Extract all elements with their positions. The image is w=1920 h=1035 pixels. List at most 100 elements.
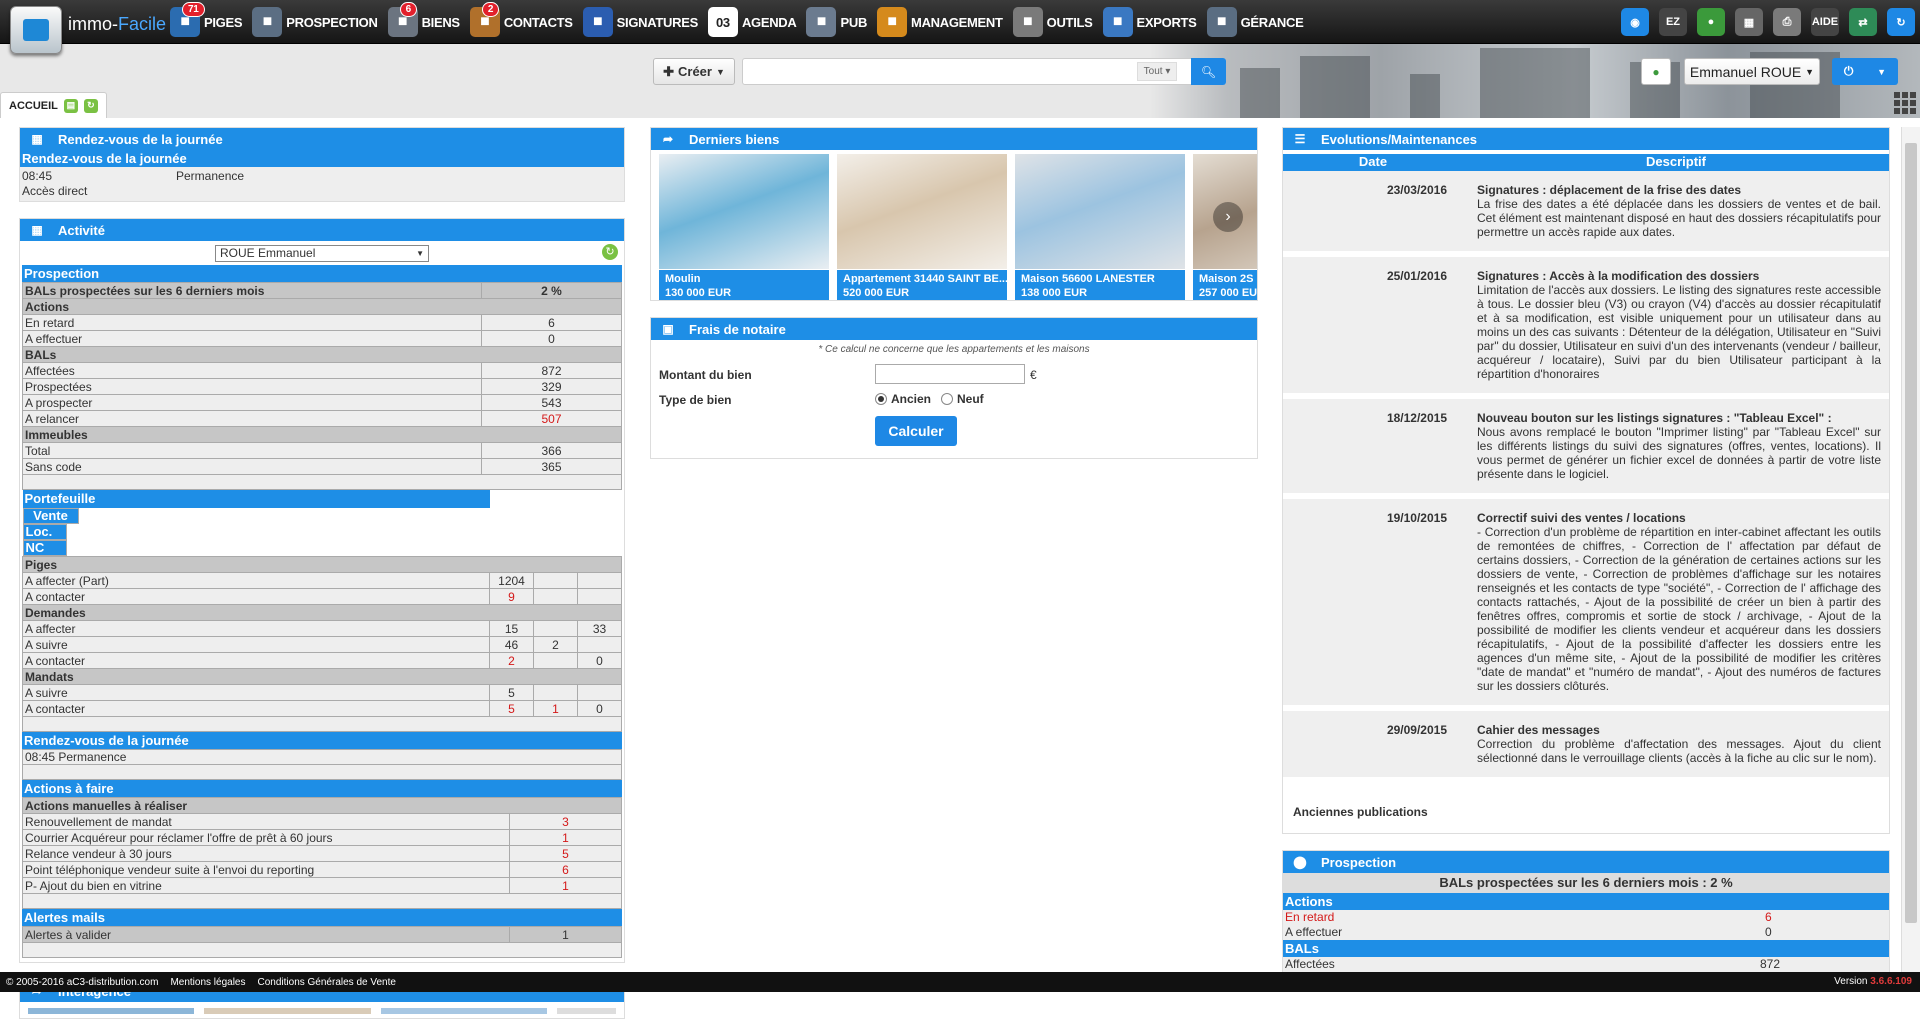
news-title: Signatures : déplacement de la frise des… [1477,183,1742,197]
apps-grid-icon[interactable] [1894,92,1916,114]
actions-table: Actions manuelles à réaliser Renouvellem… [22,797,622,894]
ez-icon[interactable]: EZ [1655,5,1691,39]
table-row[interactable]: A effectuer 0 [22,330,622,347]
actions-title: Actions à faire [22,780,622,797]
table-row[interactable]: Point téléphonique vendeur suite à l'env… [22,861,622,878]
pie-chart-icon: ■ [877,7,908,37]
nav-biens[interactable]: ■ 6 BIENS [384,0,466,44]
search-scope-select[interactable]: Tout ▾ [1137,62,1177,81]
montant-label: Montant du bien [659,368,752,382]
table-row[interactable]: En retard 6 [22,314,622,331]
nav-label: CONTACTS [503,14,573,30]
nav-prospection[interactable]: ■ PROSPECTION [248,0,383,44]
tool-glyph: ⎙ [1773,8,1801,36]
nav-contacts[interactable]: ■ 2 CONTACTS [466,0,579,44]
table-row[interactable]: Affectées 872 [1283,957,1889,972]
property-photo [1015,154,1185,269]
search-button[interactable]: 🔍︎ [1191,58,1226,85]
property-card[interactable]: Maison 56600 LANESTER 138 000 EUR [1015,154,1185,300]
nav-grance[interactable]: ■ GÉRANCE [1203,0,1310,44]
nav-piges[interactable]: ■ 71 PIGES [166,0,248,44]
evolutions-panel: ☰ Evolutions/Maintenances Date Descriptif… [1282,127,1890,834]
table-row[interactable]: Courrier Acquéreur pour réclamer l'offre… [22,829,622,846]
table-row[interactable]: A affecter (Part) 1204 [22,572,622,589]
calculer-button[interactable]: Calculer [875,416,957,446]
refresh-icon[interactable]: ↻ [602,244,618,260]
tab-accueil[interactable]: ACCUEIL ▤ ↻ [0,92,107,118]
property-caption: Maison 2S 257 000 EUR [1193,270,1257,300]
property-card[interactable]: Moulin 130 000 EUR [659,154,829,300]
globe-icon[interactable]: ● [1693,5,1729,39]
table-row[interactable]: Total 366 [22,442,622,459]
activity-content: Prospection BALs prospectées sur les 6 d… [20,265,624,962]
table-row[interactable]: A suivre 5 [22,684,622,701]
notaire-form: * Ce calcul ne concerne que les appartem… [651,340,1257,458]
derniers-biens-panel: ➦Derniers biens ‹ Moulin130 000 EURAppar… [650,127,1258,301]
refresh-tab-icon[interactable]: ↻ [83,98,98,113]
table-row[interactable]: Renouvellement de mandat 3 [22,813,622,830]
nav-pub[interactable]: ■ PUB [802,0,873,44]
table-row[interactable]: P- Ajout du bien en vitrine 1 [22,877,622,894]
agent-select[interactable]: ROUE Emmanuel ▼ [215,245,429,262]
handshake-icon: ■ [582,7,613,37]
table-row[interactable]: A suivre 46 2 [22,636,622,653]
neuf-radio[interactable] [941,393,954,405]
cgv-link[interactable]: Conditions Générales de Vente [258,977,396,988]
montant-input[interactable] [875,364,1025,384]
search-box: Tout ▾ [742,58,1226,85]
add-widget-icon[interactable]: ▤ [63,98,78,113]
prospection-panel-header: ⬤ Prospection [1283,851,1889,873]
old-publications-link[interactable]: Anciennes publications [1283,783,1889,833]
action-label: Point téléphonique vendeur suite à l'env… [22,861,510,878]
tools-icon: ■ [1012,7,1043,37]
user-menu-button[interactable]: Emmanuel ROUE ▼ [1684,58,1820,85]
table-row[interactable]: En retard 6 [1283,910,1889,925]
direct-access-link[interactable]: Accès direct [22,184,622,199]
table-row[interactable]: A relancer 507 [22,410,622,427]
table-row[interactable]: A effectuer 0 [1283,925,1889,940]
power-icon: ⏻ [1843,64,1854,78]
table-row[interactable]: A contacter 5 1 0 [22,700,622,717]
legal-link[interactable]: Mentions légales [170,977,245,988]
search-input[interactable] [747,61,1127,82]
printer-icon[interactable]: ⎙ [1769,5,1805,39]
rdv-item[interactable]: 08:45 Permanence [22,749,622,765]
nav-outils[interactable]: ■ OUTILS [1009,0,1099,44]
caret-down-icon: ▼ [416,249,424,258]
calculator-icon[interactable]: ▦ [1731,5,1767,39]
user-profile-button[interactable]: ● [1641,58,1671,85]
table-row[interactable]: Prospectées 329 [22,378,622,395]
house-key-icon: ■ [1206,7,1237,37]
rdv-item[interactable]: 08:45 Permanence [22,169,622,184]
property-card[interactable]: Appartement 31440 SAINT BE... 520 000 EUR [837,154,1007,300]
neuf-label: Neuf [957,392,984,406]
table-row[interactable]: Alertes à valider 1 [22,926,622,943]
vertical-scrollbar[interactable] [1901,127,1920,972]
refresh-icon[interactable]: ↻ [1883,5,1919,39]
calendar-icon: ▦ [31,132,43,146]
table-row[interactable]: A contacter 9 [22,588,622,605]
mobile-icon[interactable]: ◉ [1617,5,1653,39]
next-arrow-icon[interactable]: › [1213,202,1243,232]
nav-signatures[interactable]: ■ SIGNATURES [579,0,704,44]
property-price: 138 000 EUR [1021,287,1088,299]
table-row[interactable]: Sans code 365 [22,458,622,475]
table-row[interactable]: A contacter 2 0 [22,652,622,669]
ancien-radio[interactable] [875,393,887,405]
action-label: Courrier Acquéreur pour réclamer l'offre… [22,829,510,846]
table-row[interactable]: A affecter 15 33 [22,620,622,637]
nav-agenda[interactable]: 03 AGENDA [704,0,803,44]
nav-management[interactable]: ■ MANAGEMENT [873,0,1009,44]
nav-exports[interactable]: ■ EXPORTS [1099,0,1203,44]
news-text: Limitation de l'accès aux dossiers. Le l… [1477,283,1881,381]
app-logo[interactable]: immo-Facile [6,2,166,54]
aide-icon[interactable]: AIDE [1807,5,1843,39]
create-button[interactable]: ✚ Créer ▼ [653,58,735,85]
table-row[interactable]: Relance vendeur à 30 jours 5 [22,845,622,862]
agency-switch-icon[interactable]: ⇄ [1845,5,1881,39]
table-row[interactable]: Affectées 872 [22,362,622,379]
nav-label: OUTILS [1046,14,1093,30]
logout-button[interactable]: ⏻ ▼ [1832,58,1898,85]
caret-down-icon: ▼ [715,66,725,77]
table-row[interactable]: A prospecter 543 [22,394,622,411]
